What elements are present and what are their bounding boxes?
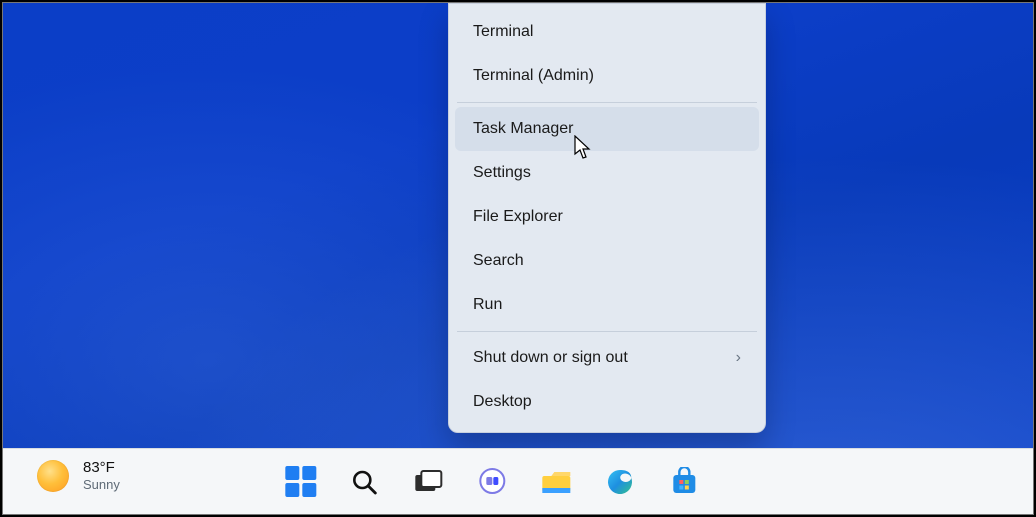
- taskbar: 83°F Sunny: [3, 448, 1033, 514]
- edge-button[interactable]: [598, 460, 642, 504]
- menu-item-shutdown[interactable]: Shut down or sign out ›: [455, 336, 759, 380]
- task-view-button[interactable]: [406, 460, 450, 504]
- weather-widget[interactable]: 83°F Sunny: [37, 459, 120, 493]
- windows-logo-icon: [285, 466, 316, 497]
- menu-item-label: Run: [473, 296, 502, 314]
- menu-item-label: Shut down or sign out: [473, 349, 628, 367]
- chat-button[interactable]: [470, 460, 514, 504]
- store-icon: [669, 467, 699, 497]
- chat-icon: [477, 467, 507, 497]
- menu-item-settings[interactable]: Settings: [455, 151, 759, 195]
- menu-item-desktop[interactable]: Desktop: [455, 380, 759, 424]
- menu-item-label: File Explorer: [473, 208, 563, 226]
- menu-item-terminal-admin[interactable]: Terminal (Admin): [455, 54, 759, 98]
- search-icon: [350, 468, 378, 496]
- menu-item-label: Task Manager: [473, 120, 574, 138]
- weather-sun-icon: [37, 460, 69, 492]
- chevron-right-icon: ›: [736, 349, 741, 367]
- weather-temperature: 83°F: [83, 459, 120, 476]
- task-view-icon: [413, 469, 443, 495]
- menu-item-label: Terminal: [473, 23, 533, 41]
- menu-item-search[interactable]: Search: [455, 239, 759, 283]
- taskbar-search-button[interactable]: [342, 460, 386, 504]
- start-button[interactable]: [278, 460, 322, 504]
- store-button[interactable]: [662, 460, 706, 504]
- menu-item-terminal[interactable]: Terminal: [455, 10, 759, 54]
- menu-item-task-manager[interactable]: Task Manager: [455, 107, 759, 151]
- menu-item-run[interactable]: Run: [455, 283, 759, 327]
- menu-item-label: Desktop: [473, 393, 532, 411]
- menu-item-label: Terminal (Admin): [473, 67, 594, 85]
- menu-separator: [457, 331, 757, 332]
- folder-icon: [540, 468, 572, 496]
- weather-condition: Sunny: [83, 478, 120, 493]
- menu-separator: [457, 102, 757, 103]
- menu-item-file-explorer[interactable]: File Explorer: [455, 195, 759, 239]
- taskbar-center: [278, 460, 706, 504]
- winx-context-menu: Terminal Terminal (Admin) Task Manager S…: [448, 3, 766, 433]
- file-explorer-button[interactable]: [534, 460, 578, 504]
- menu-item-label: Settings: [473, 164, 531, 182]
- edge-icon: [605, 467, 635, 497]
- menu-item-label: Search: [473, 252, 524, 270]
